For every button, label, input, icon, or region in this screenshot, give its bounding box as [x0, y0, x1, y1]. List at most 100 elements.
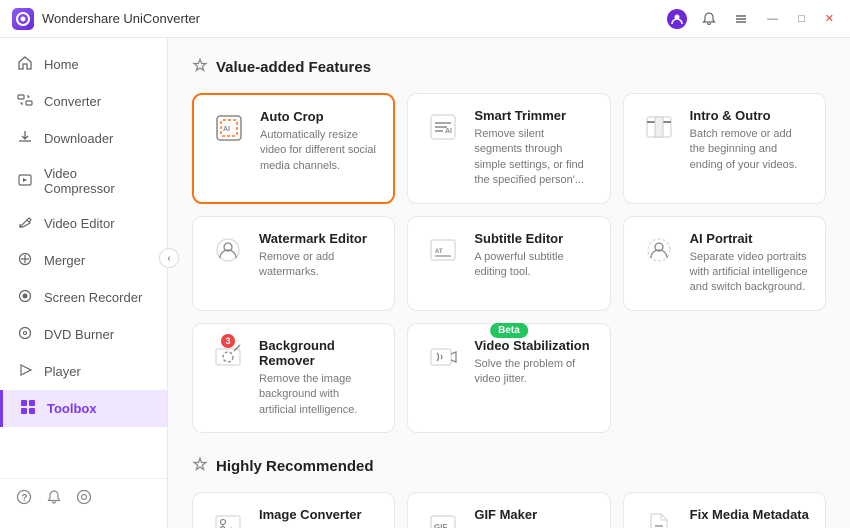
converter-icon — [16, 92, 34, 111]
screen-recorder-icon — [16, 288, 34, 307]
merger-icon — [16, 251, 34, 270]
sidebar-item-video-editor[interactable]: Video Editor — [0, 205, 167, 242]
gif-maker-card[interactable]: GIF GIF Maker Make GIF from videos or pi… — [407, 492, 610, 528]
sidebar-item-downloader[interactable]: Downloader — [0, 120, 167, 157]
sidebar-item-toolbox-label: Toolbox — [47, 401, 97, 416]
notification-badge: 3 — [221, 334, 235, 348]
minimize-button[interactable]: — — [763, 11, 782, 27]
app-logo — [12, 8, 34, 30]
sidebar-item-home-label: Home — [44, 57, 79, 72]
ai-portrait-content: AI Portrait Separate video portraits wit… — [690, 231, 809, 296]
toolbox-icon — [19, 399, 37, 418]
recommended-grid: Image Converter Convert images to other … — [192, 492, 826, 528]
downloader-icon — [16, 129, 34, 148]
window-controls: — □ ✕ — [667, 9, 838, 29]
auto-crop-desc: Automatically resize video for different… — [260, 128, 377, 174]
sidebar-item-converter[interactable]: Converter — [0, 83, 167, 120]
smart-trimmer-card[interactable]: AI Smart Trimmer Remove silent segments … — [407, 93, 610, 204]
subtitle-editor-icon: AT — [424, 231, 462, 269]
sidebar-item-player[interactable]: Player — [0, 353, 167, 390]
maximize-button[interactable]: □ — [794, 11, 809, 27]
fix-media-metadata-card[interactable]: Fix Media Metadata Auto-fix and edit met… — [623, 492, 826, 528]
fix-media-metadata-icon — [640, 507, 678, 528]
alert-bell-icon[interactable] — [46, 489, 62, 510]
smart-trimmer-icon: AI — [424, 108, 462, 146]
highly-recommended-header: Highly Recommended — [192, 457, 826, 476]
sidebar-item-merger[interactable]: Merger — [0, 242, 167, 279]
background-remover-title: Background Remover — [259, 338, 378, 368]
ai-portrait-icon — [640, 231, 678, 269]
fix-media-metadata-title: Fix Media Metadata — [690, 507, 809, 522]
sidebar-footer: ? — [0, 478, 167, 520]
content-area: Value-added Features AI Auto Crop Automa… — [168, 38, 850, 528]
sidebar-item-screen-recorder-label: Screen Recorder — [44, 290, 142, 305]
intro-outro-title: Intro & Outro — [690, 108, 809, 123]
value-added-icon — [192, 58, 208, 77]
recommended-icon — [192, 457, 208, 476]
sidebar-item-player-label: Player — [44, 364, 81, 379]
ai-portrait-title: AI Portrait — [690, 231, 809, 246]
close-button[interactable]: ✕ — [821, 10, 838, 27]
smart-trimmer-desc: Remove silent segments through simple se… — [474, 127, 593, 189]
gif-maker-icon: GIF — [424, 507, 462, 528]
background-remover-card[interactable]: 3 Background Remover Remove the image ba… — [192, 323, 395, 433]
watermark-editor-card[interactable]: Watermark Editor Remove or add watermark… — [192, 216, 395, 311]
highly-recommended-title: Highly Recommended — [216, 458, 374, 475]
value-added-title: Value-added Features — [216, 59, 371, 76]
svg-text:AI: AI — [445, 128, 452, 135]
video-stabilization-card[interactable]: Beta Video Stabilization Solve the probl… — [407, 323, 610, 433]
value-added-header: Value-added Features — [192, 58, 826, 77]
sidebar-item-merger-label: Merger — [44, 253, 85, 268]
intro-outro-card[interactable]: Intro & Outro Batch remove or add the be… — [623, 93, 826, 204]
sidebar-item-video-compressor-label: Video Compressor — [44, 166, 151, 196]
image-converter-icon — [209, 507, 247, 528]
sidebar-item-toolbox[interactable]: Toolbox — [0, 390, 167, 427]
video-stabilization-title: Video Stabilization — [474, 338, 593, 353]
sidebar-item-video-compressor[interactable]: Video Compressor — [0, 157, 167, 205]
sidebar-item-dvd-burner[interactable]: DVD Burner — [0, 316, 167, 353]
notification-bell-icon[interactable] — [699, 9, 719, 29]
video-stabilization-content: Video Stabilization Solve the problem of… — [474, 338, 593, 388]
svg-text:GIF: GIF — [434, 523, 447, 528]
subtitle-editor-title: Subtitle Editor — [474, 231, 593, 246]
smart-trimmer-title: Smart Trimmer — [474, 108, 593, 123]
video-stabilization-desc: Solve the problem of video jitter. — [474, 357, 593, 388]
image-converter-title: Image Converter — [259, 507, 378, 522]
watermark-editor-content: Watermark Editor Remove or add watermark… — [259, 231, 378, 281]
intro-outro-desc: Batch remove or add the beginning and en… — [690, 127, 809, 173]
ai-portrait-desc: Separate video portraits with artificial… — [690, 250, 809, 296]
auto-crop-card[interactable]: AI Auto Crop Automatically resize video … — [192, 93, 395, 204]
auto-crop-title: Auto Crop — [260, 109, 377, 124]
smart-trimmer-content: Smart Trimmer Remove silent segments thr… — [474, 108, 593, 189]
image-converter-card[interactable]: Image Converter Convert images to other … — [192, 492, 395, 528]
gif-maker-title: GIF Maker — [474, 507, 593, 522]
video-stabilization-icon — [424, 338, 462, 376]
sidebar: Home Converter Downloader — [0, 38, 168, 528]
background-remover-content: Background Remover Remove the image back… — [259, 338, 378, 418]
home-icon — [16, 55, 34, 74]
user-icon[interactable] — [667, 9, 687, 29]
sidebar-collapse-button[interactable]: ‹ — [159, 248, 179, 268]
sidebar-item-dvd-burner-label: DVD Burner — [44, 327, 114, 342]
fix-media-metadata-content: Fix Media Metadata Auto-fix and edit met… — [690, 507, 809, 528]
ai-portrait-card[interactable]: AI Portrait Separate video portraits wit… — [623, 216, 826, 311]
subtitle-editor-card[interactable]: AT Subtitle Editor A powerful subtitle e… — [407, 216, 610, 311]
value-added-grid: AI Auto Crop Automatically resize video … — [192, 93, 826, 433]
app-title: Wondershare UniConverter — [42, 11, 667, 26]
auto-crop-icon: AI — [210, 109, 248, 147]
feedback-icon[interactable] — [76, 489, 92, 510]
video-editor-icon — [16, 214, 34, 233]
intro-outro-content: Intro & Outro Batch remove or add the be… — [690, 108, 809, 173]
image-converter-content: Image Converter Convert images to other … — [259, 507, 378, 528]
help-icon[interactable]: ? — [16, 489, 32, 510]
player-icon — [16, 362, 34, 381]
svg-text:AT: AT — [435, 249, 443, 255]
video-compressor-icon — [16, 172, 34, 191]
watermark-editor-title: Watermark Editor — [259, 231, 378, 246]
gif-maker-content: GIF Maker Make GIF from videos or pictur… — [474, 507, 593, 528]
main-layout: Home Converter Downloader — [0, 38, 850, 528]
menu-icon[interactable] — [731, 9, 751, 29]
sidebar-item-home[interactable]: Home — [0, 46, 167, 83]
svg-text:?: ? — [22, 493, 28, 504]
sidebar-item-screen-recorder[interactable]: Screen Recorder — [0, 279, 167, 316]
